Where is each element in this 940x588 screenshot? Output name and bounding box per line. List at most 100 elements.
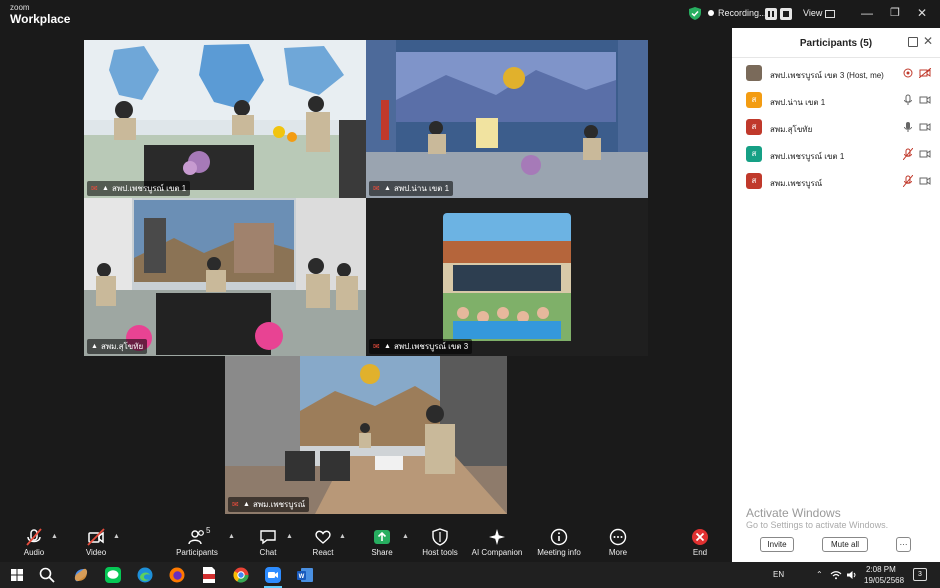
participant-row[interactable]: ส สพป.เพชรบูรณ์ เขต 1 xyxy=(732,141,940,168)
participant-name: สพม.เพชรบูรณ์ xyxy=(770,179,823,188)
meeting-info-button[interactable]: Meeting info xyxy=(533,522,585,562)
tile-name: สพป.เพชรบูรณ์ เขต 3 xyxy=(393,342,469,351)
firefox-icon[interactable] xyxy=(168,566,186,584)
video-feed xyxy=(366,40,648,198)
video-off-icon[interactable] xyxy=(919,68,931,78)
participant-row[interactable]: ส สพป.น่าน เขต 1 xyxy=(732,87,940,114)
share-button[interactable]: Share xyxy=(364,522,400,562)
record-dot-icon xyxy=(708,10,714,16)
windows-taskbar: W EN ⌃ 2:08 PM 19/05/2568 3 xyxy=(0,562,940,588)
audio-button[interactable]: Audio xyxy=(16,522,52,562)
video-off-icon xyxy=(87,528,105,546)
video-feed xyxy=(225,356,507,514)
participant-name: สพป.น่าน เขต 1 xyxy=(770,98,826,107)
video-tile[interactable]: ✉ ▲ สพม.เพชรบูรณ์ xyxy=(225,356,507,514)
close-panel-icon[interactable]: ✕ xyxy=(923,34,933,48)
mic-muted-icon[interactable] xyxy=(903,148,913,160)
video-icon[interactable] xyxy=(919,95,931,105)
participants-header: Participants (5) ✕ xyxy=(732,28,940,58)
video-icon[interactable] xyxy=(919,122,931,132)
edge-browser-icon[interactable] xyxy=(136,566,154,584)
end-label: End xyxy=(692,548,708,557)
grid-view-icon xyxy=(824,9,835,18)
video-icon[interactable] xyxy=(919,176,931,186)
clock-date[interactable]: 19/05/2568 xyxy=(864,576,904,585)
mic-muted-icon[interactable] xyxy=(903,175,913,187)
heart-icon xyxy=(315,530,331,544)
participant-row[interactable]: ส สพม.เพชรบูรณ์ xyxy=(732,168,940,195)
activate-windows-watermark: Activate Windows Go to Settings to activ… xyxy=(746,506,888,531)
audio-label: Audio xyxy=(23,548,45,557)
more-options-button[interactable]: ··· xyxy=(896,537,911,552)
audio-options-chevron-up-icon[interactable]: ▲ xyxy=(51,533,58,540)
close-icon[interactable]: ✕ xyxy=(914,6,930,20)
video-tile[interactable]: ✉ ▲ สพป.เพชรบูรณ์ เขต 1 xyxy=(84,40,366,198)
video-stage: ✉ ▲ สพป.เพชรบูรณ์ เขต 1 ✉ ▲ สพป.น่าน เขต… xyxy=(0,28,732,522)
show-hidden-icons-chevron-icon[interactable]: ⌃ xyxy=(816,570,823,579)
input-language[interactable]: EN xyxy=(773,570,784,579)
video-tile[interactable]: ✉ ▲ สพป.น่าน เขต 1 xyxy=(366,40,648,198)
logo-zoom: zoom xyxy=(10,3,30,12)
svg-text:W: W xyxy=(299,574,305,580)
mic-active-icon[interactable] xyxy=(903,121,913,133)
mic-muted-icon: ✉ xyxy=(232,499,239,509)
stop-recording-button[interactable] xyxy=(780,8,792,20)
copilot-icon[interactable] xyxy=(72,566,90,584)
activate-title: Activate Windows xyxy=(746,506,841,520)
participants-options-chevron-up-icon[interactable]: ▲ xyxy=(228,533,235,540)
participant-row[interactable]: ส สพม.สุโขทัย xyxy=(732,114,940,141)
chat-options-chevron-up-icon[interactable]: ▲ xyxy=(286,533,293,540)
video-button[interactable]: Video xyxy=(78,522,114,562)
host-tools-label: Host tools xyxy=(422,548,458,557)
participants-count: 5 xyxy=(206,526,211,535)
end-call-icon xyxy=(692,529,708,545)
sparkle-icon xyxy=(489,529,505,545)
avatar: ส xyxy=(746,173,762,189)
video-options-chevron-up-icon[interactable]: ▲ xyxy=(113,533,120,540)
zoom-app-icon[interactable] xyxy=(264,566,282,584)
restore-icon[interactable]: ❐ xyxy=(887,6,903,19)
video-tile-self[interactable]: ✉ ▲ สพป.เพชรบูรณ์ เขต 3 xyxy=(366,198,648,356)
clock-time[interactable]: 2:08 PM xyxy=(866,565,896,574)
wifi-icon[interactable] xyxy=(830,570,842,580)
participant-row-host[interactable]: สพป.เพชรบูรณ์ เขต 3 (Host, me) xyxy=(732,60,940,87)
ai-companion-button[interactable]: AI Companion xyxy=(469,522,525,562)
activate-subtitle: Go to Settings to activate Windows. xyxy=(746,520,889,531)
participant-name-tag: ✉ ▲ สพป.เพชรบูรณ์ เขต 3 xyxy=(369,339,473,354)
mute-all-button[interactable]: Mute all xyxy=(822,537,868,552)
pop-out-icon[interactable] xyxy=(908,37,918,47)
participant-name-tag: ✉ ▲ สพป.น่าน เขต 1 xyxy=(369,181,454,196)
search-icon[interactable] xyxy=(38,566,56,584)
react-button[interactable]: React xyxy=(306,522,340,562)
react-options-chevron-up-icon[interactable]: ▲ xyxy=(339,533,346,540)
shield-icon xyxy=(432,528,448,546)
video-feed xyxy=(84,40,366,198)
video-tile-active-speaker[interactable]: ▲ สพม.สุโขทัย xyxy=(84,198,366,356)
chrome-icon[interactable] xyxy=(232,566,250,584)
line-app-icon[interactable] xyxy=(104,566,122,584)
participants-button[interactable]: 5 Participants xyxy=(172,522,222,562)
view-button[interactable]: View xyxy=(803,8,835,18)
video-icon[interactable] xyxy=(919,149,931,159)
chat-button[interactable]: Chat xyxy=(252,522,284,562)
chat-icon xyxy=(260,530,276,545)
windows-start-icon[interactable] xyxy=(8,566,26,584)
pause-recording-button[interactable] xyxy=(765,8,777,20)
share-options-chevron-up-icon[interactable]: ▲ xyxy=(402,533,409,540)
more-button[interactable]: More xyxy=(602,522,634,562)
mic-icon[interactable] xyxy=(903,94,913,106)
invite-button[interactable]: Invite xyxy=(760,537,794,552)
shield-check-icon[interactable] xyxy=(689,7,701,20)
end-meeting-button[interactable]: End xyxy=(684,522,716,562)
pdf-reader-icon[interactable] xyxy=(200,566,218,584)
volume-icon[interactable] xyxy=(846,570,858,580)
notifications-badge[interactable]: 3 xyxy=(913,568,927,581)
mic-muted-icon xyxy=(26,528,42,546)
share-screen-status-icon xyxy=(903,68,913,78)
word-icon[interactable]: W xyxy=(296,566,314,584)
minimize-icon[interactable]: — xyxy=(859,6,875,20)
participant-name-tag: ▲ สพม.สุโขทัย xyxy=(87,339,148,354)
tile-name: สพม.สุโขทัย xyxy=(100,342,144,351)
host-tools-button[interactable]: Host tools xyxy=(418,522,462,562)
participant-name: สพป.เพชรบูรณ์ เขต 3 (Host, me) xyxy=(770,71,884,80)
